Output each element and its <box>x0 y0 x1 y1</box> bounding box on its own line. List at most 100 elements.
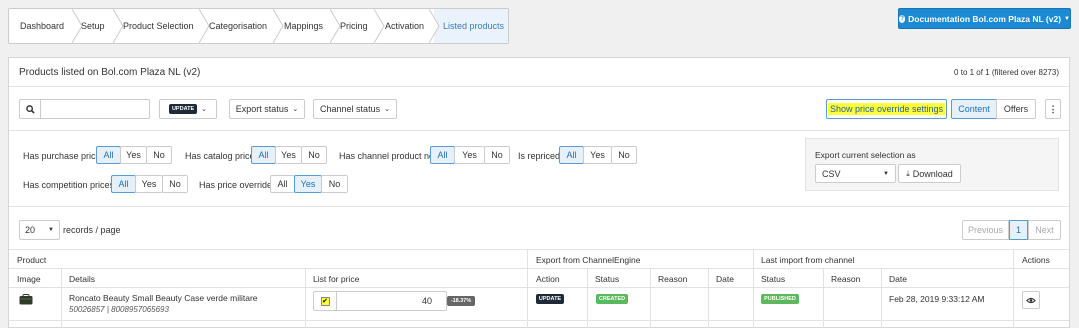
filter-catalog-no[interactable]: No <box>301 146 327 164</box>
show-price-override-button[interactable]: Show price override settings <box>826 99 947 119</box>
content-tab[interactable]: Content <box>951 99 997 119</box>
col-import-reason: Reason <box>831 274 861 284</box>
channel-status-select[interactable]: Channel status ⌄ <box>313 99 397 119</box>
crumb-label: Product Selection <box>123 21 194 31</box>
caret-down-icon: ▼ <box>48 227 54 233</box>
export-status-badge: CREATED <box>596 294 628 304</box>
documentation-label: Documentation Bol.com Plaza NL (v2) <box>908 13 1062 24</box>
col-import-status: Status <box>761 274 786 284</box>
filter-channel-no-yes[interactable]: Yes <box>454 146 485 164</box>
option-label: Yes <box>141 179 157 189</box>
filter-channel-no-all[interactable]: All <box>430 146 455 164</box>
product-thumbnail <box>19 294 33 305</box>
filter-purchase-label: Has purchase price <box>23 151 101 161</box>
filter-competition-all[interactable]: All <box>111 175 136 193</box>
filter-catalog-all[interactable]: All <box>251 146 276 164</box>
export-format-value: CSV <box>822 168 841 179</box>
export-status-select[interactable]: Export status ⌄ <box>229 99 305 119</box>
download-button[interactable]: ⤓ Download <box>898 164 961 183</box>
table-row[interactable]: Roncato Beauty Small Beauty Case verde m… <box>9 288 1069 319</box>
search-input[interactable] <box>40 99 150 119</box>
products-table: Product Export from ChannelEngine Last i… <box>9 249 1069 328</box>
filter-repriced-yes[interactable]: Yes <box>583 146 612 164</box>
channel-status-label: Channel status <box>320 104 381 114</box>
filter-purchase-no[interactable]: No <box>146 146 172 164</box>
checkbox-checked-icon[interactable]: ✔ <box>320 296 330 306</box>
col-image: Image <box>17 274 41 284</box>
header-group-actions: Actions <box>1022 255 1050 265</box>
list-price-field: ✔ 40 <box>313 291 447 311</box>
crumb-label: Setup <box>81 21 105 31</box>
col-date: Date <box>716 274 734 284</box>
vertical-ellipsis-icon: ⋮ <box>1048 103 1058 114</box>
crumb-listed-products[interactable]: Listed products <box>434 9 508 43</box>
option-label: No <box>308 150 320 160</box>
crumb-label: Mappings <box>284 21 324 31</box>
content-label: Content <box>958 104 990 114</box>
view-button[interactable] <box>1022 291 1040 309</box>
crumb-label: Dashboard <box>20 21 65 31</box>
option-label: All <box>566 150 577 160</box>
per-page-value: 20 <box>25 225 36 235</box>
filter-channel-no-no[interactable]: No <box>484 146 510 164</box>
product-name: Roncato Beauty Small Beauty Case verde m… <box>69 293 258 303</box>
previous-label: Previous <box>967 225 1003 235</box>
crumb-activation[interactable]: Activation <box>385 9 435 43</box>
filter-channel-no-label: Has channel product no <box>339 151 435 161</box>
offers-label: Offers <box>1003 104 1029 114</box>
filter-repriced-no[interactable]: No <box>611 146 637 164</box>
caret-down-icon: ▼ <box>1064 15 1070 22</box>
import-status-badge: PUBLISHED <box>761 294 799 304</box>
crumb-product-selection[interactable]: Product Selection <box>123 9 207 43</box>
filter-catalog-yes[interactable]: Yes <box>275 146 302 164</box>
option-label: Yes <box>590 150 605 160</box>
more-options-button[interactable]: ⋮ <box>1045 99 1061 119</box>
filter-override-yes[interactable]: Yes <box>294 175 322 193</box>
update-filter-select[interactable]: UPDATE ⌄ <box>159 99 217 119</box>
crumb-dashboard[interactable]: Dashboard <box>9 9 80 43</box>
crumb-label: Pricing <box>340 21 368 31</box>
offers-tab[interactable]: Offers <box>996 99 1036 119</box>
export-status-label: Export status <box>235 104 289 114</box>
col-reason: Reason <box>658 274 688 284</box>
next-label: Next <box>1035 225 1054 235</box>
option-label: No <box>491 150 503 160</box>
option-label: All <box>118 179 129 189</box>
export-box: Export current selection as CSV ▼ ⤓ Downlo… <box>805 138 1059 191</box>
import-date: Feb 28, 2019 9:33:12 AM <box>889 294 985 304</box>
chevron-separator-icon <box>429 9 440 43</box>
header-group-product: Product <box>17 255 47 265</box>
chevron-down-icon: ⌄ <box>292 106 299 113</box>
filter-repriced-all[interactable]: All <box>559 146 584 164</box>
records-per-page-select[interactable]: 20 ▼ <box>19 220 60 240</box>
filter-competition-no[interactable]: No <box>162 175 188 193</box>
option-label: All <box>277 179 288 189</box>
filter-override-all[interactable]: All <box>270 175 295 193</box>
previous-page-button[interactable]: Previous <box>962 220 1009 240</box>
filter-competition-yes[interactable]: Yes <box>135 175 163 193</box>
option-label: Yes <box>462 150 477 160</box>
products-panel: Products listed on Bol.com Plaza NL (v2)… <box>8 57 1070 328</box>
filter-purchase-yes[interactable]: Yes <box>120 146 147 164</box>
crumb-label: Listed products <box>443 21 505 31</box>
export-format-select[interactable]: CSV ▼ <box>815 164 896 183</box>
option-label: Yes <box>281 150 296 160</box>
filter-purchase-all[interactable]: All <box>96 146 121 164</box>
option-label: No <box>153 150 165 160</box>
page-1-button[interactable]: 1 <box>1009 220 1028 240</box>
col-list-price: List for price <box>313 274 360 284</box>
header-group-import: Last import from channel <box>761 255 855 265</box>
show-override-label: Show price override settings <box>827 103 946 115</box>
filter-override-no[interactable]: No <box>321 175 348 193</box>
download-icon: ⤓ <box>906 168 910 178</box>
page-number: 1 <box>1015 225 1021 235</box>
product-ids: 50026857 | 8008957065693 <box>69 305 169 314</box>
search-button[interactable] <box>19 99 41 119</box>
crumb-label: Activation <box>385 21 425 31</box>
override-checkbox-cell[interactable]: ✔ <box>314 292 337 310</box>
list-price-value[interactable]: 40 <box>422 296 432 306</box>
crumb-categorisation[interactable]: Categorisation <box>209 9 279 43</box>
next-page-button[interactable]: Next <box>1028 220 1061 240</box>
option-label: All <box>258 150 269 160</box>
documentation-button[interactable]: ? Documentation Bol.com Plaza NL (v2) ▼ <box>898 8 1071 29</box>
